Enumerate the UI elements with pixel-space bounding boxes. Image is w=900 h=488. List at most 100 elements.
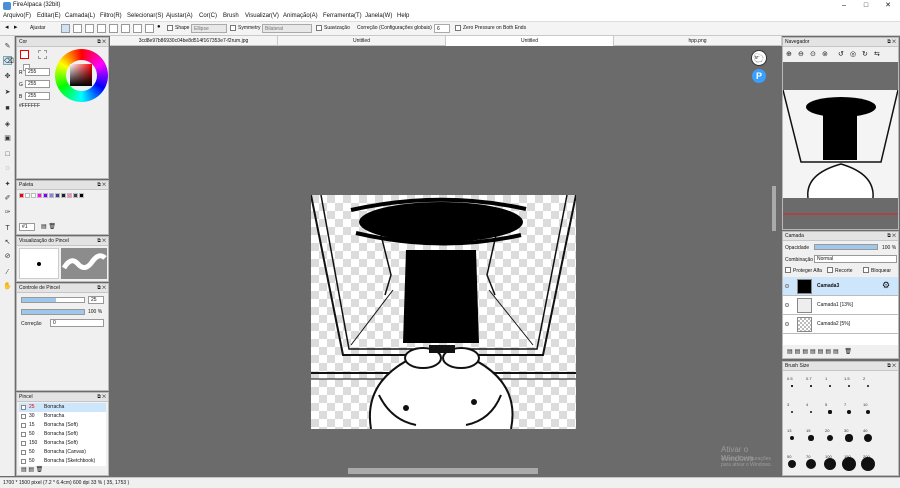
menu-edit[interactable]: Editar(E)	[37, 13, 61, 19]
shape-select[interactable]: Ellipse	[191, 24, 227, 33]
brush-size-dot[interactable]	[829, 385, 831, 387]
zoom-out-icon[interactable]: ⊖	[798, 50, 804, 58]
panel-controls-icon[interactable]: ⧉ ✕	[887, 38, 896, 47]
palette-swatch[interactable]	[25, 193, 30, 198]
gradient-tool-icon[interactable]: ▣	[3, 134, 12, 143]
menu-tool[interactable]: Ferramenta(T)	[323, 13, 362, 19]
bucket-tool-icon[interactable]: ◈	[3, 120, 12, 129]
g-input[interactable]: 255	[25, 80, 50, 88]
select-pen-icon[interactable]: ✐	[3, 194, 12, 203]
pixiv-icon[interactable]: P	[752, 69, 766, 83]
zoom-actual-icon[interactable]: ⊚	[822, 50, 828, 58]
palette-swatch[interactable]	[43, 193, 48, 198]
brush-checkbox[interactable]	[21, 405, 26, 410]
b-input[interactable]: 255	[25, 92, 50, 100]
brush-list-item[interactable]: 50 Borracha (Sketchbook)	[19, 457, 106, 466]
palette-swatch[interactable]	[73, 193, 78, 198]
palette-swatch[interactable]	[49, 193, 54, 198]
layer-opacity-slider[interactable]	[814, 244, 878, 250]
brush-list-item[interactable]: 15 Borracha (Soft)	[19, 421, 106, 430]
panel-controls-icon[interactable]: ⧉ ✕	[97, 284, 106, 293]
brush-size-dot[interactable]	[865, 409, 871, 415]
menu-select[interactable]: Selecionar(S)	[127, 13, 163, 19]
rotate-left-icon[interactable]: ◂	[5, 23, 9, 31]
symmetry-checkbox[interactable]	[230, 25, 236, 31]
eraser-tool-icon[interactable]: ⌫	[3, 56, 14, 65]
hand-tool-icon[interactable]: ✋	[3, 282, 12, 291]
palette-swatch[interactable]	[19, 193, 24, 198]
rotate-ccw-icon[interactable]: ↺	[838, 50, 844, 58]
secondary-color-swatch[interactable]	[38, 50, 47, 59]
brush-size-dot[interactable]	[866, 384, 870, 388]
palette-add-icon[interactable]: ▤ 🗑	[41, 223, 56, 230]
menu-color[interactable]: Cor(C)	[199, 13, 217, 19]
rect-select-icon[interactable]: □	[3, 150, 12, 159]
zoom-fit-icon[interactable]: ⊙	[810, 50, 816, 58]
layer-settings-gear-icon[interactable]: ⚙	[882, 280, 890, 291]
brush-opacity-slider[interactable]	[21, 309, 85, 315]
brush-mode-2-button[interactable]	[73, 24, 82, 33]
tab-untitled-1[interactable]: Untitled	[278, 36, 446, 46]
brush-size-dot[interactable]	[810, 385, 812, 387]
brush-checkbox[interactable]	[21, 441, 26, 446]
navigator-preview[interactable]	[783, 62, 898, 229]
minimize-icon[interactable]: –	[836, 0, 852, 12]
zoom-in-icon[interactable]: ⊕	[786, 50, 792, 58]
brush-checkbox[interactable]	[21, 414, 26, 419]
flip-icon[interactable]: ⇆	[874, 50, 880, 58]
correction-select[interactable]: 0	[50, 319, 104, 327]
blur-tool-icon[interactable]: ⊘	[3, 252, 12, 261]
menu-filter[interactable]: Filtro(R)	[100, 13, 122, 19]
menu-window[interactable]: Janela(W)	[365, 13, 392, 19]
brush-size-dot[interactable]	[808, 435, 814, 441]
clipping-checkbox[interactable]	[827, 267, 833, 273]
horizontal-scrollbar[interactable]	[348, 468, 538, 474]
brush-size-dot[interactable]	[791, 385, 793, 387]
brush-list-item[interactable]: 150 Borracha (Soft)	[19, 439, 106, 448]
primary-color-swatch[interactable]	[20, 50, 29, 59]
visibility-icon[interactable]	[785, 303, 789, 307]
menu-help[interactable]: Help	[397, 13, 409, 19]
magic-wand-icon[interactable]: ✦	[3, 180, 12, 189]
brush-list-item[interactable]: 50 Borracha (Canvas)	[19, 448, 106, 457]
brush-size-dot[interactable]	[787, 459, 797, 469]
brush-size-input[interactable]: 25	[88, 296, 104, 304]
menu-animation[interactable]: Animação(A)	[283, 13, 318, 19]
zero-pressure-checkbox[interactable]	[455, 25, 461, 31]
panel-controls-icon[interactable]: ⧉ ✕	[97, 393, 106, 402]
brush-size-dot[interactable]	[805, 458, 817, 470]
maximize-icon[interactable]: □	[858, 0, 874, 12]
text-tool-icon[interactable]: T	[3, 224, 12, 233]
menu-layer[interactable]: Camada(L)	[65, 13, 95, 19]
canvas-area[interactable]: 🐑 P Ativar o Windows Acesse Configuraçõe…	[110, 46, 782, 476]
brush-mode-1-button[interactable]	[61, 24, 70, 33]
palette-swatch[interactable]	[31, 193, 36, 198]
layer-actions-icon[interactable]: ▤▤▤▤▤▤▤ 🗑	[787, 348, 854, 355]
drawing-canvas[interactable]	[311, 195, 576, 429]
panel-controls-icon[interactable]: ⧉ ✕	[97, 237, 106, 246]
brush-add-icon[interactable]: ▤ ▤ 🗑	[21, 466, 43, 473]
menu-file[interactable]: Arquivo(F)	[3, 13, 31, 19]
close-icon[interactable]: ✕	[880, 0, 896, 12]
layer-row[interactable]: Camada3 ⚙	[783, 277, 898, 296]
menu-adjust[interactable]: Ajustar(A)	[166, 13, 193, 19]
brush-mode-4-button[interactable]	[97, 24, 106, 33]
pen-tool-icon[interactable]: ✎	[3, 42, 12, 51]
brush-mode-7-button[interactable]	[133, 24, 142, 33]
panel-controls-icon[interactable]: ⧉ ✕	[887, 232, 896, 241]
saturation-value-square[interactable]	[70, 64, 92, 86]
protect-alpha-checkbox[interactable]	[785, 267, 791, 273]
lock-checkbox[interactable]	[863, 267, 869, 273]
brush-mode-5-button[interactable]	[109, 24, 118, 33]
menu-brush[interactable]: Brush	[223, 13, 239, 19]
brush-checkbox[interactable]	[21, 459, 26, 464]
brush-list-item[interactable]: 50 Borracha (Soft)	[19, 430, 106, 439]
brush-size-dot[interactable]	[828, 410, 832, 414]
brush-size-dot[interactable]	[789, 435, 795, 441]
select-eraser-icon[interactable]: ✑	[3, 208, 12, 217]
smoothing-checkbox[interactable]	[316, 25, 322, 31]
operation-tool-icon[interactable]: ↖	[3, 238, 12, 247]
palette-swatch[interactable]	[37, 193, 42, 198]
palette-swatch[interactable]	[79, 193, 84, 198]
brush-mode-6-button[interactable]	[121, 24, 130, 33]
